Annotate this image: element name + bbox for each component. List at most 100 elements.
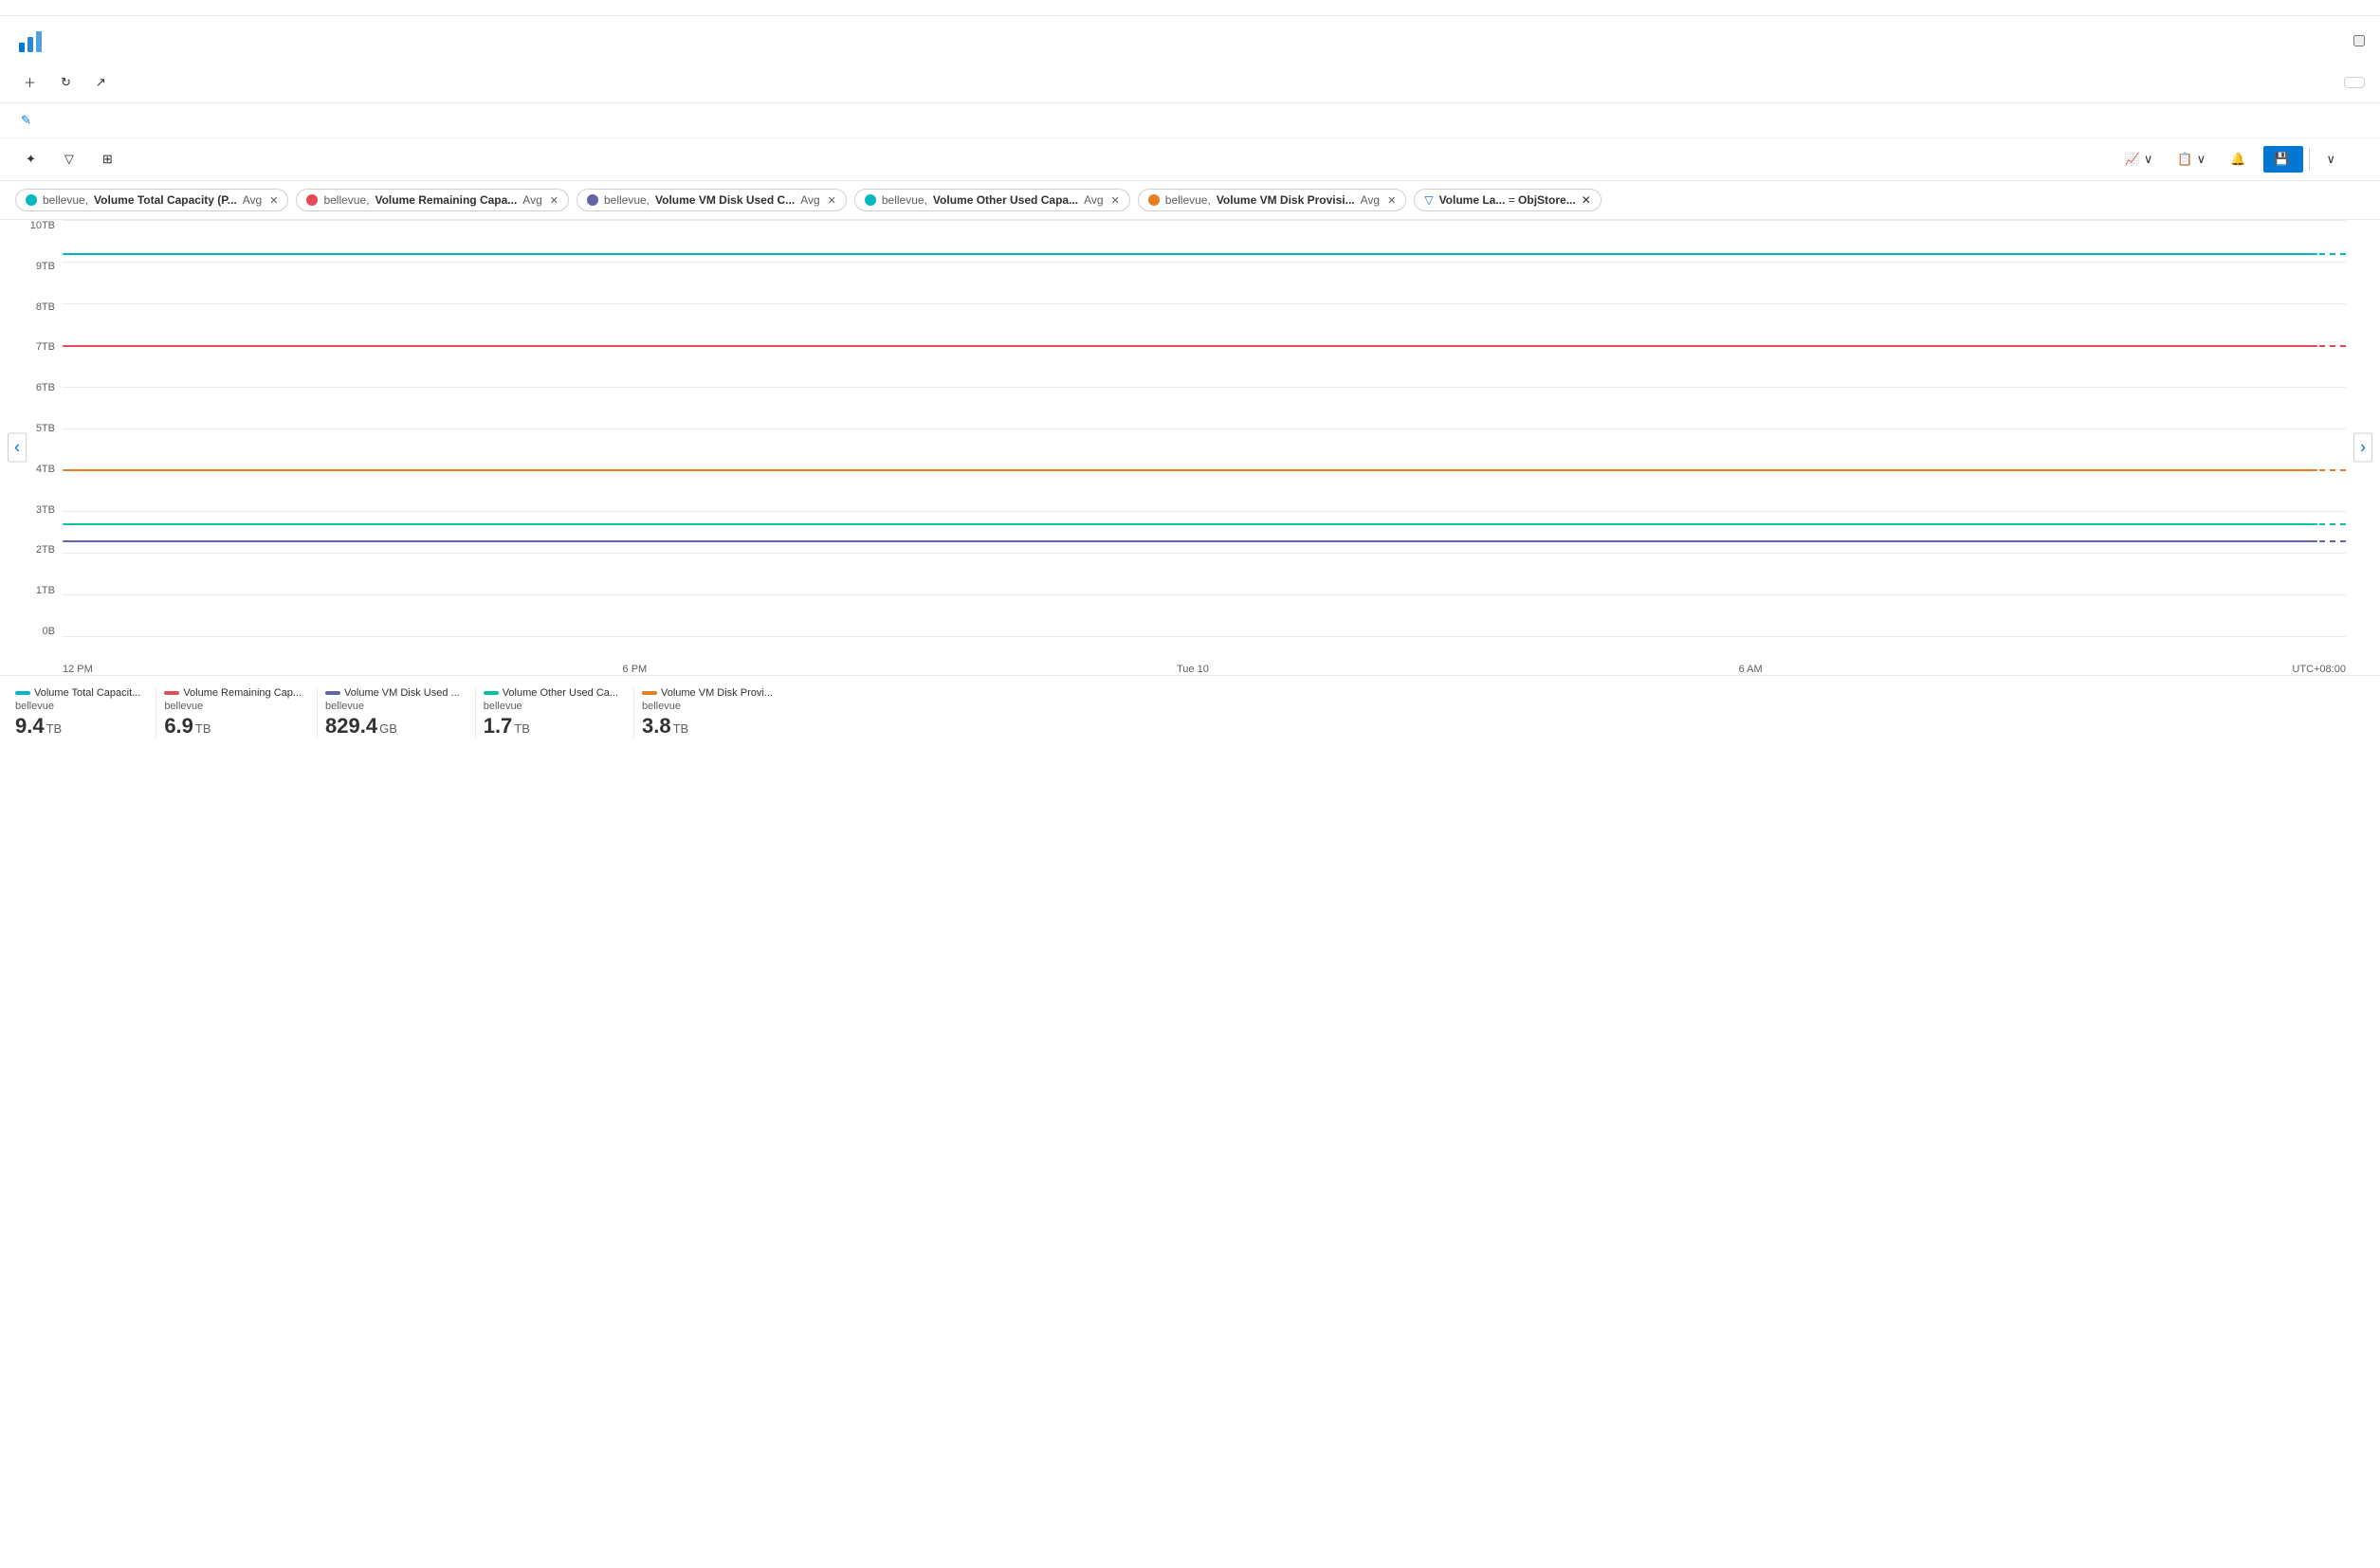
add-metric-button[interactable]: ✦: [15, 146, 50, 173]
legend-item: Volume Total Capacit... bellevue 9.4TB: [15, 687, 156, 738]
chart-dashed-line: [2319, 469, 2346, 471]
legend-sub: bellevue: [642, 701, 773, 712]
legend-value: 3.8TB: [642, 714, 773, 738]
legend-sub: bellevue: [484, 701, 618, 712]
legend-color-bar: [484, 691, 499, 695]
filter-label: Volume La... = ObjStore...: [1439, 193, 1576, 207]
chart-nav-right[interactable]: ›: [2353, 433, 2372, 463]
metric-tag: bellevue, Volume Other Used Capa... Avg …: [854, 189, 1130, 211]
chart-title-bar: ✎: [0, 103, 2380, 138]
tag-close-button[interactable]: ✕: [1387, 194, 1396, 207]
chart-dashed-line: [2319, 540, 2346, 542]
y-axis-label: 9TB: [36, 261, 55, 272]
legend-unit: TB: [514, 721, 530, 736]
legend-unit: TB: [673, 721, 689, 736]
grid-line: [63, 387, 2346, 388]
tag-color-dot: [865, 194, 876, 206]
chart-dashed-line: [2319, 523, 2346, 525]
close-button[interactable]: [2353, 35, 2365, 46]
chart-data-line: [63, 523, 2317, 525]
chart-data-line: [63, 253, 2317, 255]
filter-close-button[interactable]: ✕: [1582, 193, 1591, 207]
tag-name: Volume VM Disk Used C...: [655, 193, 795, 207]
chevron-down-icon: ∨: [2197, 152, 2206, 167]
tags-bar: bellevue, Volume Total Capacity (P... Av…: [0, 181, 2380, 220]
tag-close-button[interactable]: ✕: [828, 194, 836, 207]
x-axis-label: 6 PM: [623, 664, 648, 675]
drill-icon: 📋: [2177, 152, 2192, 167]
legend-unit: TB: [46, 721, 63, 736]
grid-line: [63, 594, 2346, 595]
legend-sub: bellevue: [325, 701, 460, 712]
tag-suffix: Avg: [1084, 193, 1103, 207]
chart-data-line: [63, 540, 2317, 542]
tag-close-button[interactable]: ✕: [550, 194, 558, 207]
filter-tag: ▽ Volume La... = ObjStore... ✕: [1414, 189, 1601, 211]
legend-value: 829.4GB: [325, 714, 460, 738]
metric-tag: bellevue, Volume Total Capacity (P... Av…: [15, 189, 288, 211]
page-header: [0, 16, 2380, 62]
tag-close-button[interactable]: ✕: [269, 194, 278, 207]
legend-label: Volume Remaining Cap...: [183, 687, 302, 699]
toolbar-left: ＋ ↻ ↗: [15, 67, 122, 97]
y-axis: 10TB9TB8TB7TB6TB5TB4TB3TB2TB1TB0B: [15, 220, 63, 637]
plus-icon: ＋: [24, 73, 36, 91]
main-toolbar: ＋ ↻ ↗: [0, 62, 2380, 103]
legend-value: 9.4TB: [15, 714, 140, 738]
new-chart-button[interactable]: ＋: [15, 67, 48, 97]
tag-suffix: Avg: [1361, 193, 1380, 207]
filter-icon: ▽: [1424, 193, 1433, 207]
grid-line: [63, 262, 2346, 263]
legend-item: Volume VM Disk Provi... bellevue 3.8TB: [642, 687, 788, 738]
toolbar-right: [2344, 77, 2365, 88]
tag-color-dot: [306, 194, 318, 206]
time-range-button[interactable]: [2344, 77, 2365, 88]
metric-tag: bellevue, Volume VM Disk Provisi... Avg …: [1138, 189, 1407, 211]
chart-dashed-line: [2319, 345, 2346, 347]
legend-label: Volume VM Disk Used ...: [344, 687, 460, 699]
apply-splitting-button[interactable]: ⊞: [92, 146, 127, 173]
chart-container: 10TB9TB8TB7TB6TB5TB4TB3TB2TB1TB0B 12 PM6…: [15, 220, 2365, 675]
metric-toolbar-left: ✦ ▽ ⊞: [15, 146, 127, 173]
legend-color-bar: [164, 691, 179, 695]
chart-nav-left[interactable]: ‹: [8, 433, 27, 463]
legend-sub: bellevue: [15, 701, 140, 712]
legend-header: Volume VM Disk Provi...: [642, 687, 773, 699]
tag-prefix: bellevue,: [43, 193, 88, 207]
legend-color-bar: [15, 691, 30, 695]
tag-prefix: bellevue,: [323, 193, 369, 207]
tag-close-button[interactable]: ✕: [1111, 194, 1120, 207]
legend-header: Volume Remaining Cap...: [164, 687, 302, 699]
new-alert-button[interactable]: 🔔: [2220, 146, 2260, 173]
share-button[interactable]: ↗: [87, 69, 122, 96]
legend-sub: bellevue: [164, 701, 302, 712]
y-axis-label: 6TB: [36, 382, 55, 393]
save-dashboard-button[interactable]: 💾: [2263, 146, 2303, 173]
split-icon: ⊞: [102, 152, 113, 167]
chart-wrapper: ‹ › 10TB9TB8TB7TB6TB5TB4TB3TB2TB1TB0B 12…: [15, 220, 2365, 675]
tag-name: Volume Total Capacity (P...: [94, 193, 237, 207]
tag-color-dot: [587, 194, 598, 206]
grid-line: [63, 511, 2346, 512]
legend-header: Volume Other Used Ca...: [484, 687, 618, 699]
refresh-button[interactable]: ↻: [52, 69, 83, 96]
line-chart-icon: 📈: [2125, 152, 2140, 167]
tag-suffix: Avg: [243, 193, 262, 207]
legend-item: Volume VM Disk Used ... bellevue 829.4GB: [325, 687, 476, 738]
legend-unit: GB: [379, 721, 397, 736]
toolbar-divider: [2309, 148, 2310, 171]
y-axis-label: 10TB: [30, 220, 55, 231]
x-axis: 12 PM6 PMTue 106 AMUTC+08:00: [63, 664, 2346, 675]
add-filter-button[interactable]: ▽: [54, 146, 88, 173]
drill-logs-button[interactable]: 📋 ∨: [2167, 146, 2216, 173]
tag-name: Volume VM Disk Provisi...: [1217, 193, 1355, 207]
edit-icon[interactable]: ✎: [21, 113, 31, 128]
metric-tag: bellevue, Volume Remaining Capa... Avg ✕: [296, 189, 569, 211]
legend-label: Volume Other Used Ca...: [503, 687, 618, 699]
x-axis-label: UTC+08:00: [2292, 664, 2346, 675]
more-options-button[interactable]: [2350, 155, 2365, 164]
expand-button[interactable]: ∨: [2316, 146, 2346, 173]
y-axis-label: 4TB: [36, 464, 55, 475]
save-icon: 💾: [2274, 152, 2289, 167]
line-chart-button[interactable]: 📈 ∨: [2115, 146, 2164, 173]
